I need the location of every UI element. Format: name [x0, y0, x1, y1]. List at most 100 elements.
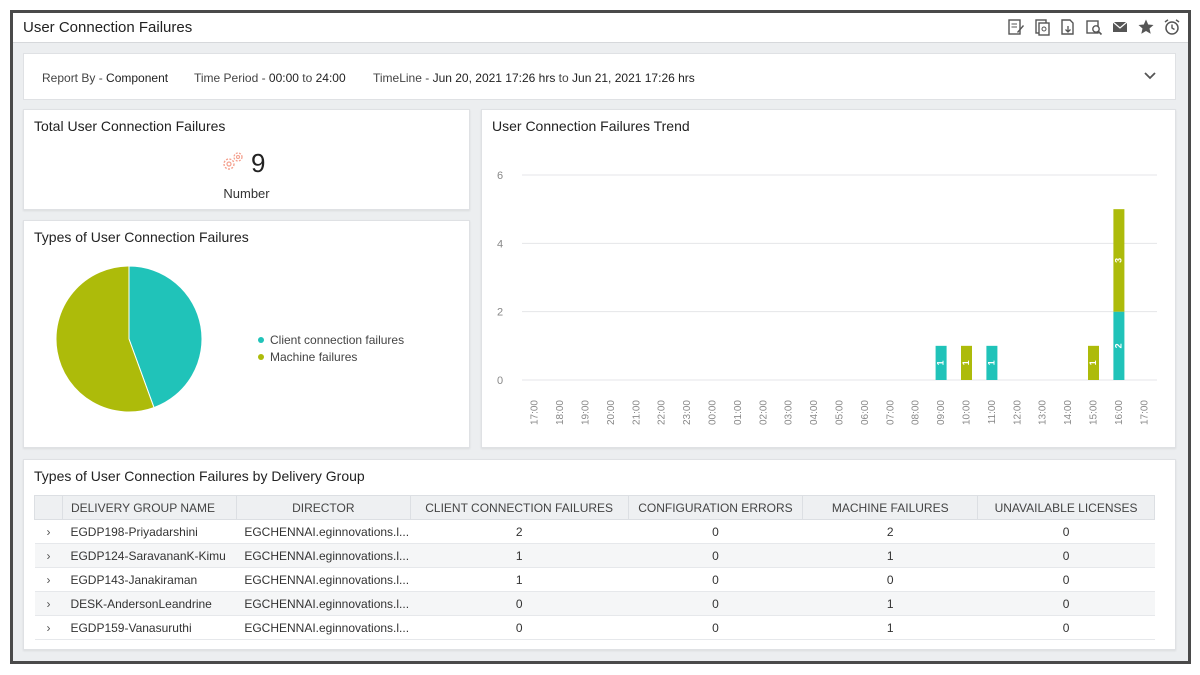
time-period-to: to	[298, 71, 316, 85]
x-tick-label: 07:00	[885, 400, 896, 425]
total-failures-title: Total User Connection Failures	[34, 118, 226, 134]
cell-client-failures: 0	[410, 615, 629, 640]
timeline-label: TimeLine -	[373, 71, 433, 85]
x-tick-label: 12:00	[1012, 400, 1023, 425]
gears-icon	[220, 150, 246, 179]
table-row[interactable]: › EGDP124-SaravananK-Kimu EGCHENNAI.egin…	[34, 543, 1155, 568]
chevron-right-icon[interactable]: ›	[34, 615, 63, 640]
column-header-configuration-errors[interactable]: CONFIGURATION ERRORS	[627, 495, 804, 520]
x-tick-label: 21:00	[631, 400, 642, 425]
time-period-filter: Time Period - 00:00 to 24:00	[194, 71, 346, 85]
favorite-icon[interactable]	[1136, 17, 1156, 37]
cell-client-failures: 1	[410, 567, 629, 592]
bar-data-label: 1	[1088, 360, 1098, 365]
chevron-right-icon[interactable]: ›	[34, 567, 63, 592]
expand-column-header	[34, 495, 63, 520]
cell-machine-failures: 1	[802, 615, 978, 640]
x-tick-label: 14:00	[1063, 400, 1074, 425]
legend-label-machine: Machine failures	[270, 349, 358, 364]
legend-item-client[interactable]: Client connection failures	[258, 331, 404, 348]
cell-unavailable-licenses: 0	[977, 591, 1155, 616]
export-pdf-icon[interactable]	[1058, 17, 1078, 37]
compare-icon[interactable]	[1032, 17, 1052, 37]
chevron-down-icon[interactable]	[1143, 68, 1157, 86]
time-period-start: 00:00	[268, 71, 299, 85]
x-tick-label: 01:00	[733, 400, 744, 425]
legend-label-client: Client connection failures	[270, 332, 405, 347]
bar-data-label: 2	[1113, 343, 1123, 348]
x-tick-label: 13:00	[1038, 400, 1049, 425]
x-tick-label: 04:00	[809, 400, 820, 425]
cell-client-failures: 1	[410, 543, 629, 568]
report-window: User Connection Failures Report By - Com…	[10, 10, 1191, 664]
cell-client-failures: 2	[410, 519, 629, 544]
cell-director: EGCHENNAI.eginnovations.l...	[236, 615, 411, 640]
table-row[interactable]: › EGDP198-Priyadarshini EGCHENNAI.eginno…	[34, 519, 1155, 544]
cell-director: EGCHENNAI.eginnovations.l...	[236, 567, 411, 592]
x-tick-label: 10:00	[962, 400, 973, 425]
cell-director: EGCHENNAI.eginnovations.l...	[236, 543, 411, 568]
bar-data-label: 1	[986, 360, 996, 365]
cell-delivery-group: EGDP159-Vanasuruthi	[62, 615, 237, 640]
x-tick-label: 18:00	[555, 400, 566, 425]
x-tick-label: 00:00	[708, 400, 719, 425]
cell-machine-failures: 1	[802, 543, 978, 568]
cell-delivery-group: EGDP124-SaravananK-Kimu	[62, 543, 237, 568]
failures-trend-card: User Connection Failures Trend 0 2 4 6 17:00…	[481, 109, 1176, 448]
cell-unavailable-licenses: 0	[977, 567, 1155, 592]
delivery-group-table-title: Types of User Connection Failures by Del…	[34, 468, 365, 484]
total-failures-value: 9	[251, 148, 266, 178]
x-tick-label: 20:00	[606, 400, 617, 425]
column-header-delivery-group[interactable]: DELIVERY GROUP NAME	[61, 495, 237, 520]
legend-item-machine[interactable]: Machine failures	[258, 348, 404, 365]
cell-director: EGCHENNAI.eginnovations.l...	[236, 519, 411, 544]
x-tick-label: 19:00	[581, 400, 592, 425]
title-bar: User Connection Failures	[13, 13, 1188, 43]
failure-types-card: Types of User Connection Failures Client…	[23, 220, 470, 448]
x-tick-label: 08:00	[911, 400, 922, 425]
report-by-value: Component	[106, 71, 169, 85]
x-tick-label: 02:00	[758, 400, 769, 425]
legend-dot-machine	[258, 353, 264, 360]
failures-trend-title: User Connection Failures Trend	[492, 118, 690, 134]
cell-delivery-group: EGDP198-Priyadarshini	[62, 519, 237, 544]
x-tick-label: 17:00	[530, 400, 541, 425]
column-header-client-failures[interactable]: CLIENT CONNECTION FAILURES	[409, 495, 629, 520]
x-tick-label: 03:00	[784, 400, 795, 425]
legend-dot-client	[258, 336, 264, 343]
cell-configuration-errors: 0	[628, 615, 803, 640]
time-period-label: Time Period -	[194, 71, 269, 85]
column-header-unavailable-licenses[interactable]: UNAVAILABLE LICENSES	[977, 495, 1155, 520]
chevron-right-icon[interactable]: ›	[34, 519, 63, 544]
window-title: User Connection Failures	[23, 19, 193, 36]
table-row[interactable]: › EGDP143-Janakiraman EGCHENNAI.eginnova…	[34, 567, 1155, 592]
x-tick-label: 06:00	[860, 400, 871, 425]
column-header-machine-failures[interactable]: MACHINE FAILURES	[802, 495, 979, 520]
table-row[interactable]: › EGDP159-Vanasuruthi EGCHENNAI.eginnova…	[34, 615, 1155, 640]
delivery-group-table: DELIVERY GROUP NAME DIRECTOR CLIENT CONN…	[34, 495, 1155, 640]
search-report-icon[interactable]	[1084, 17, 1104, 37]
x-tick-label: 23:00	[682, 400, 693, 425]
table-row[interactable]: › DESK-AndersonLeandrine EGCHENNAI.eginn…	[34, 591, 1155, 616]
cell-machine-failures: 0	[802, 567, 978, 592]
failure-types-pie-chart	[55, 266, 203, 413]
x-tick-label: 11:00	[987, 400, 998, 425]
chevron-right-icon[interactable]: ›	[34, 543, 63, 568]
table-header-row: DELIVERY GROUP NAME DIRECTOR CLIENT CONN…	[34, 495, 1155, 520]
failure-types-title: Types of User Connection Failures	[34, 229, 249, 245]
cell-machine-failures: 1	[802, 591, 978, 616]
email-icon[interactable]	[1110, 17, 1130, 37]
toolbar	[1006, 17, 1182, 37]
cell-director: EGCHENNAI.eginnovations.l...	[236, 591, 411, 616]
pie-legend: Client connection failures Machine failu…	[258, 331, 404, 365]
x-tick-label: 15:00	[1089, 400, 1100, 425]
x-tick-label: 05:00	[835, 400, 846, 425]
edit-report-icon[interactable]	[1006, 17, 1026, 37]
y-tick-label: 4	[497, 238, 503, 250]
column-header-director[interactable]: DIRECTOR	[235, 495, 411, 520]
alarm-icon[interactable]	[1162, 17, 1182, 37]
cell-unavailable-licenses: 0	[977, 543, 1155, 568]
chevron-right-icon[interactable]: ›	[34, 591, 63, 616]
timeline-filter: TimeLine - Jun 20, 2021 17:26 hrs to Jun…	[373, 71, 695, 85]
cell-delivery-group: DESK-AndersonLeandrine	[62, 591, 237, 616]
